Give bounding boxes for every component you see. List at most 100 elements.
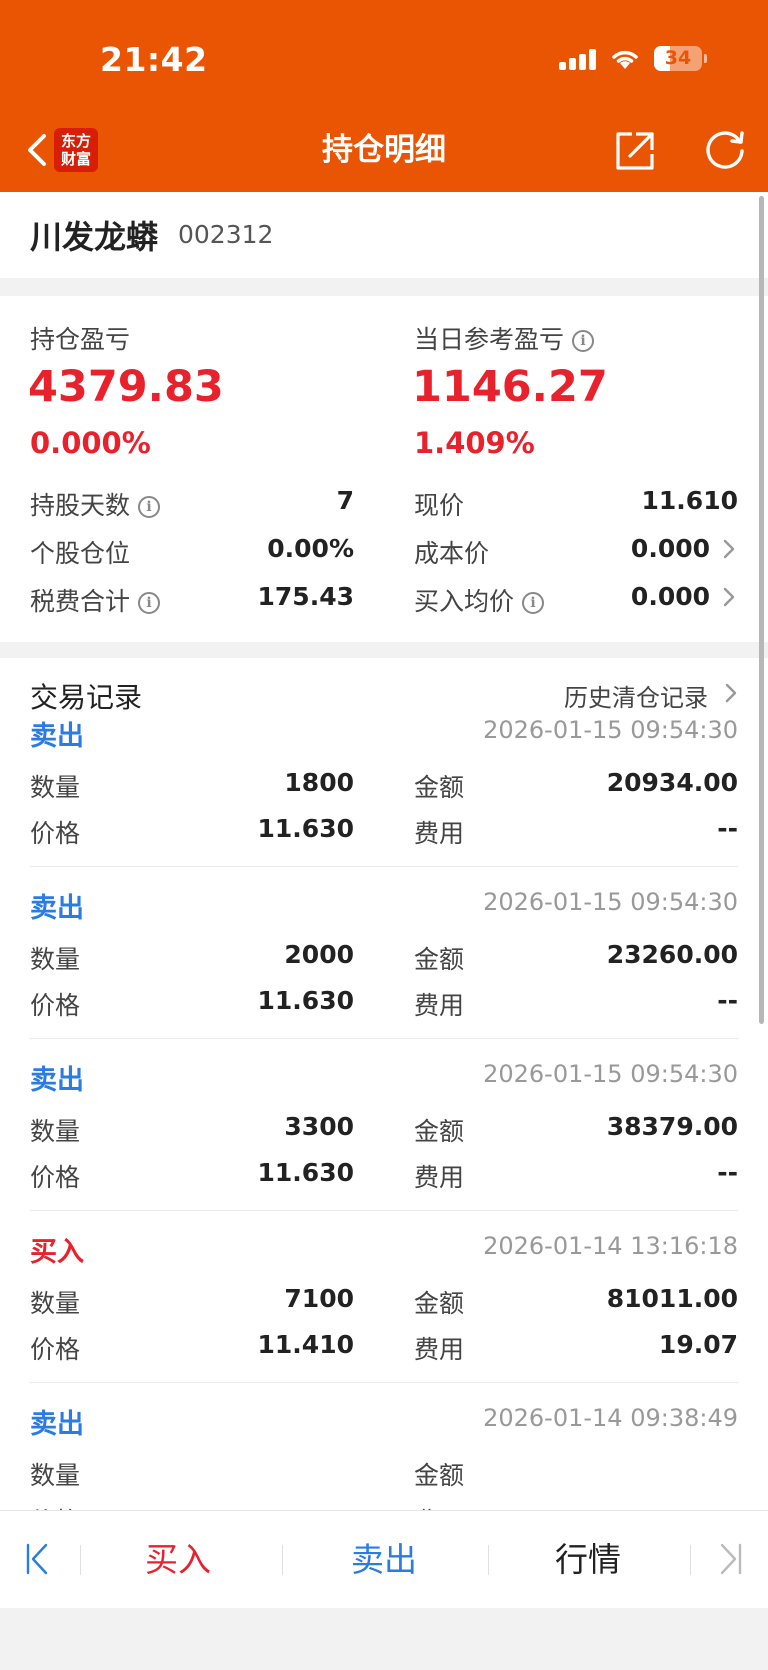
sell-button[interactable]: 卖出 — [294, 1533, 474, 1581]
fee-label: 费用 — [414, 1335, 465, 1364]
position-pnl-label: 持仓盈亏 — [30, 325, 131, 354]
quantity-label: 数量 — [30, 773, 81, 802]
amount-value: 38379.00 — [606, 1112, 738, 1141]
position-summary: 持仓盈亏 4379.83 0.000% 当日参考盈亏 i 1146.27 1.40… — [0, 296, 768, 642]
quantity-value: 1800 — [284, 768, 354, 797]
quantity-label: 数量 — [30, 1117, 81, 1146]
price-label: 价格 — [30, 1335, 81, 1364]
fee-value: -- — [717, 986, 738, 1015]
battery-level: 34 — [664, 47, 692, 69]
price-value: 11.630 — [257, 986, 354, 1015]
scrollbar[interactable] — [759, 196, 764, 1024]
info-icon[interactable]: i — [138, 496, 161, 518]
trade-time: 2026-01-15 09:54:30 — [483, 1060, 738, 1088]
trade-type: 卖出 — [30, 893, 84, 924]
daily-pnl-value: 1146.27 — [412, 362, 608, 412]
avg-buy-price-label: 买入均价 i — [414, 582, 545, 618]
trade-type: 买入 — [30, 1237, 84, 1268]
trade-records-title: 交易记录 — [30, 681, 143, 714]
trade-type: 卖出 — [30, 1409, 84, 1440]
status-icons: 34 — [559, 46, 707, 71]
stock-code: 002312 — [178, 220, 274, 249]
amount-label: 金额 — [414, 1289, 465, 1318]
fee-label: 费用 — [414, 1163, 465, 1192]
first-page-icon[interactable] — [24, 1541, 52, 1577]
trade-time: 2026-01-15 09:54:30 — [483, 716, 738, 744]
share-icon[interactable] — [612, 128, 658, 174]
fee-label: 费用 — [414, 1502, 464, 1510]
trade-record[interactable]: 买入 2026-01-14 13:16:18 数量 7100 金额 81011.00 价格 1… — [0, 1230, 768, 1413]
price-value: 11.630 — [257, 1158, 354, 1187]
divider — [30, 1210, 738, 1211]
amount-label: 金额 — [414, 945, 465, 974]
trade-type: 卖出 — [30, 1065, 84, 1096]
price-label: 价格 — [30, 1163, 81, 1192]
stock-name: 川发龙蟒 — [30, 218, 159, 256]
trade-type: 卖出 — [30, 721, 84, 752]
divider — [30, 1382, 738, 1383]
position-ratio-value: 0.00% — [267, 534, 354, 563]
price-label: 价格 — [30, 819, 81, 848]
tax-fee-total-label: 税费合计 i — [30, 582, 161, 618]
trade-time: 2026-01-14 13:16:18 — [483, 1232, 738, 1260]
quantity-label: 数量 — [30, 945, 81, 974]
daily-pnl-percent: 1.409% — [414, 426, 535, 460]
cost-price-label: 成本价 — [414, 539, 490, 568]
status-time: 21:42 — [100, 40, 208, 79]
fee-value: -- — [717, 814, 738, 843]
chevron-right-icon[interactable] — [724, 682, 738, 704]
info-icon[interactable]: i — [572, 330, 595, 352]
history-clearance-link[interactable]: 历史清仓记录 — [564, 678, 708, 713]
price-value: 11.630 — [257, 814, 354, 843]
current-price-value: 11.610 — [641, 486, 738, 515]
amount-value: 81011.00 — [606, 1284, 738, 1313]
amount-label: 金额 — [414, 1117, 465, 1146]
trade-record[interactable]: 卖出 2026-01-15 09:54:30 数量 3300 金额 38379.00 价格 1… — [0, 1058, 768, 1241]
buy-button[interactable]: 买入 — [88, 1533, 268, 1581]
tax-fee-total-value: 175.43 — [257, 582, 354, 611]
quantity-value: 2000 — [284, 940, 354, 969]
trade-record[interactable]: 卖出 2026-01-15 09:54:30 数量 1800 金额 20934.00 价格 1… — [0, 714, 768, 897]
chevron-right-icon[interactable] — [722, 586, 736, 608]
info-icon[interactable]: i — [138, 592, 161, 614]
holding-days-label: 持股天数 i — [30, 486, 161, 522]
cellular-signal-icon — [559, 48, 596, 70]
quantity-label: 数量 — [30, 1461, 81, 1490]
trade-records: 交易记录 历史清仓记录 卖出 2026-01-15 09:54:30 数量 1800 金… — [0, 658, 768, 1510]
current-price-label: 现价 — [414, 491, 465, 520]
price-label: 价格 — [30, 991, 81, 1020]
daily-pnl-label: 当日参考盈亏 i — [414, 320, 595, 356]
trade-time: 2026-01-15 09:54:30 — [483, 888, 738, 916]
amount-value: 23260.00 — [606, 940, 738, 969]
last-page-icon[interactable] — [716, 1541, 744, 1577]
position-pnl-value: 4379.83 — [28, 362, 224, 412]
divider — [30, 866, 738, 867]
quantity-value: 3300 — [284, 1112, 354, 1141]
trade-time: 2026-01-14 09:38:49 — [483, 1404, 738, 1432]
refresh-icon[interactable] — [702, 128, 748, 174]
app-header: 21:42 34 东方 财富 持仓明细 — [0, 0, 768, 192]
quantity-label: 数量 — [30, 1289, 81, 1318]
trade-record[interactable]: 卖出 2026-01-14 09:38:49 数量 金额价格 费用 — [0, 1402, 768, 1510]
avg-buy-price-value[interactable]: 0.000 — [540, 582, 710, 611]
wifi-icon — [612, 50, 638, 69]
amount-label: 金额 — [414, 1461, 465, 1490]
fee-value: -- — [717, 1158, 738, 1187]
price-label: 价格 — [30, 1502, 80, 1510]
bottom-action-bar: 买入 卖出 行情 — [0, 1510, 768, 1608]
fee-value: 19.07 — [658, 1330, 738, 1359]
battery-icon: 34 — [654, 46, 707, 71]
trade-record[interactable]: 卖出 2026-01-15 09:54:30 数量 2000 金额 23260.00 价格 1… — [0, 886, 768, 1069]
position-pnl-percent: 0.000% — [30, 426, 151, 460]
cost-price-value[interactable]: 0.000 — [540, 534, 710, 563]
position-ratio-label: 个股仓位 — [30, 539, 131, 568]
amount-label: 金额 — [414, 773, 465, 802]
quantity-value: 7100 — [284, 1284, 354, 1313]
fee-label: 费用 — [414, 819, 465, 848]
divider — [30, 1038, 738, 1039]
price-value: 11.410 — [257, 1330, 354, 1359]
chevron-right-icon[interactable] — [722, 538, 736, 560]
market-button[interactable]: 行情 — [498, 1533, 678, 1581]
amount-value: 20934.00 — [606, 768, 738, 797]
holding-days-value: 7 — [336, 486, 354, 515]
